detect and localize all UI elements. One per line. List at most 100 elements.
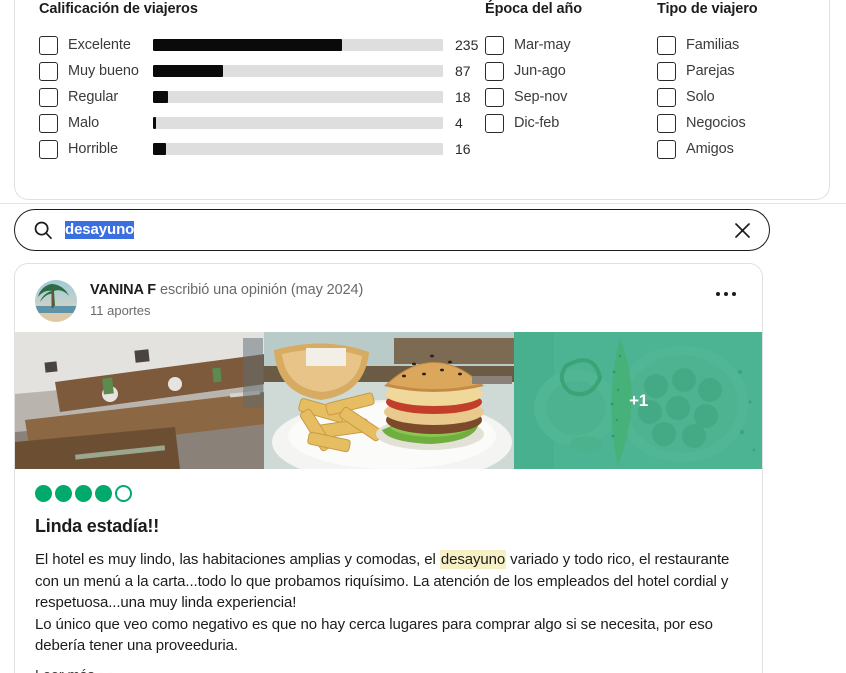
checkbox-parejas[interactable] (657, 61, 676, 81)
rating-bar-fill-malo (153, 117, 157, 129)
traveler-type-filter-group: Tipo de viajero Familias Parejas Solo Ne… (657, 0, 829, 199)
checkbox-horrible[interactable] (39, 139, 58, 159)
season-option-sep-nov[interactable]: Sep-nov (485, 84, 657, 110)
review-title: Linda estadía!! (35, 516, 160, 536)
review-author-name: VANINA F (90, 282, 157, 298)
avatar[interactable] (35, 280, 77, 322)
season-filter-group: Época del año Mar-may Jun-ago Sep-nov Di… (485, 0, 657, 199)
rating-bar-fill-excelente (153, 39, 343, 51)
season-option-mar-may[interactable]: Mar-may (485, 32, 657, 58)
review-header: VANINA F escribió una opinión (may 2024)… (15, 264, 762, 332)
rating-bar-horrible (153, 143, 443, 155)
rating-bar-excelente (153, 39, 443, 51)
review-text-second: Lo único que veo como negativo es que no… (35, 615, 713, 655)
rating-bar-regular (153, 91, 443, 103)
review-photo-burger-fries[interactable] (264, 332, 514, 469)
review-photo-restaurant-interior[interactable] (15, 332, 265, 469)
season-option-dic-feb[interactable]: Dic-feb (485, 110, 657, 136)
rating-label-horrible: Horrible (68, 140, 118, 157)
season-label-jun-ago: Jun-ago (514, 62, 566, 79)
rating-bar-fill-muy-bueno (153, 65, 224, 77)
checkbox-solo[interactable] (657, 87, 676, 107)
traveler-rating-filter-group: Calificación de viajeros Excelente 235 M… (15, 0, 485, 199)
search-input-value: desayuno (65, 221, 135, 239)
rating-dot-4 (95, 485, 112, 502)
review-body: Linda estadía!! El hotel es muy lindo, l… (15, 469, 762, 673)
checkbox-jun-ago[interactable] (485, 61, 504, 81)
traveler-type-label-negocios: Negocios (686, 114, 746, 131)
rating-count-horrible: 16 (455, 141, 471, 157)
rating-bar-malo (153, 117, 443, 129)
rating-bar-muy-bueno (153, 65, 443, 77)
review-photo-more-overlay[interactable]: +1 (513, 332, 762, 469)
read-more-button[interactable]: Leer más (35, 668, 112, 673)
rating-bar-fill-horrible (153, 143, 166, 155)
rating-row-excelente[interactable]: Excelente 235 (39, 32, 485, 58)
rating-count-regular: 18 (455, 89, 471, 105)
section-divider (0, 203, 846, 204)
rating-label-muy-bueno: Muy bueno (68, 62, 139, 79)
review-photo-food-table[interactable]: +1 (513, 332, 762, 469)
rating-bar-fill-regular (153, 91, 168, 103)
season-title: Época del año (485, 1, 582, 17)
checkbox-muy-bueno[interactable] (39, 61, 58, 81)
checkbox-regular[interactable] (39, 87, 58, 107)
review-byline: VANINA F escribió una opinión (may 2024) (90, 282, 363, 298)
review-author-block: VANINA F escribió una opinión (may 2024)… (90, 280, 363, 320)
review-contributions: 11 aportes (90, 303, 151, 318)
review-text-before: El hotel es muy lindo, las habitaciones … (35, 551, 440, 568)
traveler-type-label-amigos: Amigos (686, 140, 734, 157)
traveler-type-option-amigos[interactable]: Amigos (657, 136, 829, 162)
rating-count-muy-bueno: 87 (455, 63, 471, 79)
read-more-label: Leer más (35, 668, 95, 673)
rating-row-regular[interactable]: Regular 18 (39, 84, 485, 110)
search-icon (33, 220, 53, 240)
more-options-icon[interactable] (712, 288, 740, 300)
filters-panel: Calificación de viajeros Excelente 235 M… (14, 0, 830, 200)
rating-label-excelente: Excelente (68, 36, 131, 53)
checkbox-amigos[interactable] (657, 139, 676, 159)
rating-dot-2 (55, 485, 72, 502)
checkbox-dic-feb[interactable] (485, 113, 504, 133)
rating-count-excelente: 235 (455, 37, 479, 53)
checkbox-mar-may[interactable] (485, 35, 504, 55)
review-photo-more-count: +1 (629, 390, 648, 410)
search-input[interactable]: desayuno (65, 221, 729, 239)
traveler-type-option-solo[interactable]: Solo (657, 84, 829, 110)
rating-dot-3 (75, 485, 92, 502)
clear-search-button[interactable] (729, 217, 755, 243)
rating-dot-5 (115, 485, 132, 502)
season-label-sep-nov: Sep-nov (514, 88, 568, 105)
checkbox-excelente[interactable] (39, 35, 58, 55)
rating-row-malo[interactable]: Malo 4 (39, 110, 485, 136)
traveler-rating-title: Calificación de viajeros (39, 1, 198, 17)
checkbox-negocios[interactable] (657, 113, 676, 133)
traveler-type-option-negocios[interactable]: Negocios (657, 110, 829, 136)
season-option-jun-ago[interactable]: Jun-ago (485, 58, 657, 84)
season-label-mar-may: Mar-may (514, 36, 571, 53)
review-text-highlight: desayuno (439, 550, 507, 569)
traveler-type-label-solo: Solo (686, 88, 715, 105)
checkbox-malo[interactable] (39, 113, 58, 133)
checkbox-familias[interactable] (657, 35, 676, 55)
traveler-type-option-familias[interactable]: Familias (657, 32, 829, 58)
review-byline-text: escribió una opinión (may 2024) (156, 282, 364, 298)
chevron-down-icon (99, 668, 112, 673)
review-rating (35, 485, 742, 502)
rating-label-regular: Regular (68, 88, 119, 105)
review-text: El hotel es muy lindo, las habitaciones … (35, 549, 742, 657)
traveler-type-title: Tipo de viajero (657, 1, 758, 17)
review-search-bar[interactable]: desayuno (14, 209, 770, 251)
rating-row-muy-bueno[interactable]: Muy bueno 87 (39, 58, 485, 84)
rating-count-malo: 4 (455, 115, 463, 131)
rating-label-malo: Malo (68, 114, 100, 131)
review-card: VANINA F escribió una opinión (may 2024)… (14, 263, 763, 673)
season-label-dic-feb: Dic-feb (514, 114, 560, 131)
traveler-type-label-familias: Familias (686, 36, 740, 53)
traveler-type-option-parejas[interactable]: Parejas (657, 58, 829, 84)
traveler-type-label-parejas: Parejas (686, 62, 735, 79)
rating-dot-1 (35, 485, 52, 502)
review-photo-strip: +1 (15, 332, 762, 469)
rating-row-horrible[interactable]: Horrible 16 (39, 136, 485, 162)
checkbox-sep-nov[interactable] (485, 87, 504, 107)
